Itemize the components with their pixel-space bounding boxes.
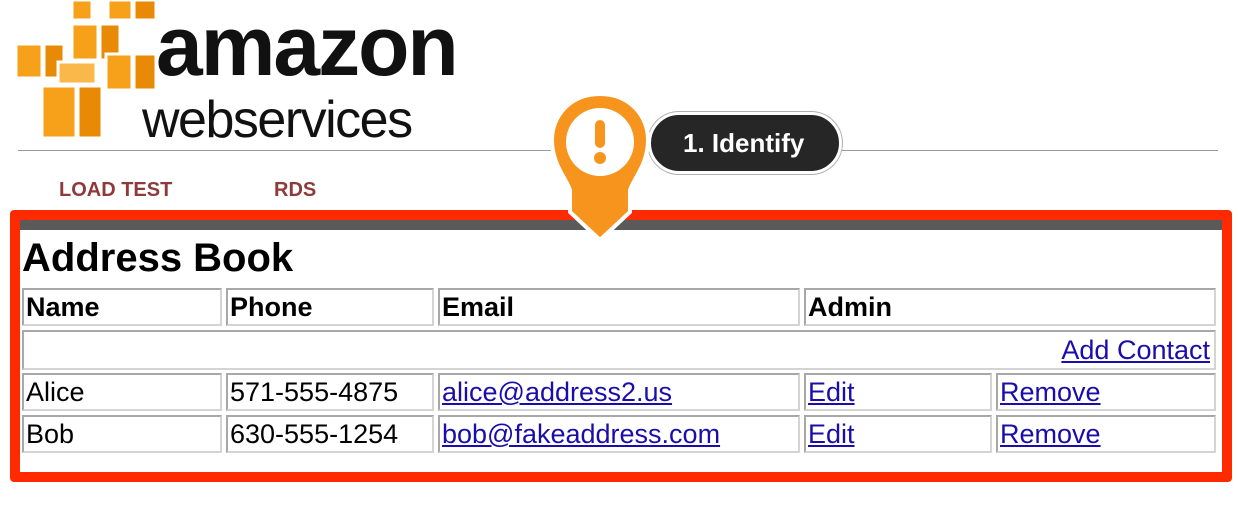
column-header-phone: Phone (226, 288, 434, 326)
remove-link[interactable]: Remove (1000, 377, 1101, 407)
logo-text-webservices: webservices (142, 91, 413, 149)
contact-email-cell: alice@address2.us (438, 373, 800, 411)
aws-logo: amazon webservices (16, 0, 459, 150)
contact-phone: 630-555-1254 (226, 415, 434, 453)
contact-email-cell: bob@fakeaddress.com (438, 415, 800, 453)
page-title: Address Book (22, 236, 294, 280)
remove-cell: Remove (996, 415, 1216, 453)
annotation-label: 1. Identify (648, 112, 842, 174)
edit-cell: Edit (804, 373, 992, 411)
column-header-email: Email (438, 288, 800, 326)
contact-email-link[interactable]: alice@address2.us (442, 377, 672, 407)
remove-cell: Remove (996, 373, 1216, 411)
logo-text-amazon: amazon (156, 0, 459, 93)
remove-link[interactable]: Remove (1000, 419, 1101, 449)
contact-email-link[interactable]: bob@fakeaddress.com (442, 419, 720, 449)
column-header-admin: Admin (804, 288, 1216, 326)
edit-link[interactable]: Edit (808, 377, 855, 407)
nav-link-load-test[interactable]: LOAD TEST (59, 178, 172, 202)
add-contact-row: Add Contact (22, 330, 1216, 370)
aws-cubes-icon (16, 0, 156, 140)
add-contact-link[interactable]: Add Contact (1061, 333, 1210, 367)
edit-cell: Edit (804, 415, 992, 453)
edit-link[interactable]: Edit (808, 419, 855, 449)
contact-name: Alice (22, 373, 222, 411)
contact-phone: 571-555-4875 (226, 373, 434, 411)
exclamation-icon (549, 91, 651, 243)
annotation-marker: 1. Identify (540, 86, 850, 246)
contact-name: Bob (22, 415, 222, 453)
column-header-name: Name (22, 288, 222, 326)
nav-link-rds[interactable]: RDS (274, 178, 316, 202)
